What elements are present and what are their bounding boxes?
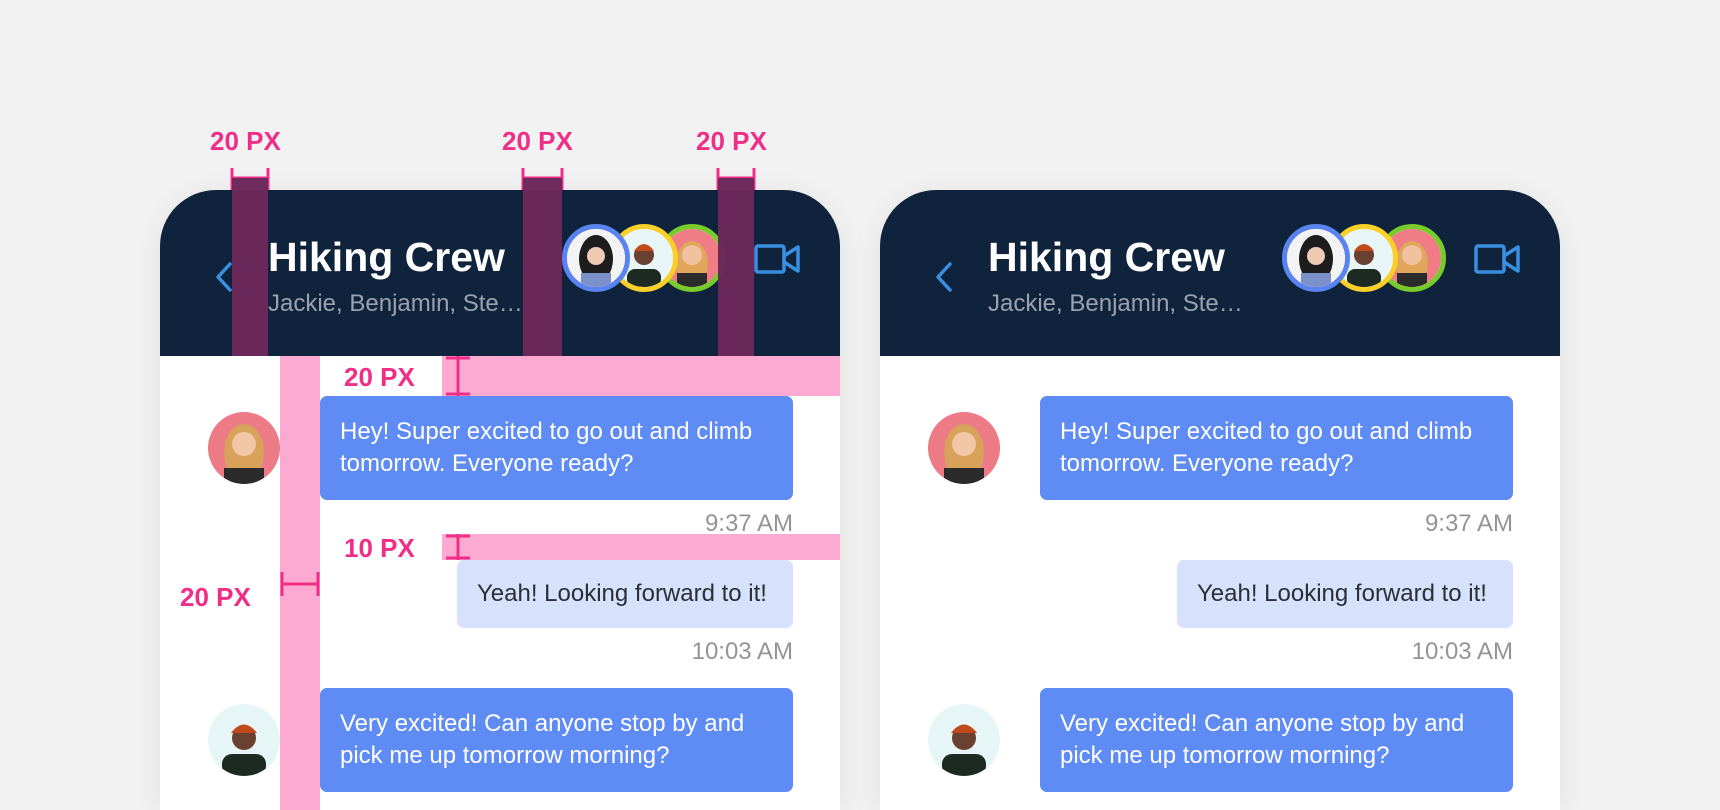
- spec-label-header-1: 20 PX: [210, 126, 281, 156]
- message-bubble-1[interactable]: Hey! Super excited to go out and climb t…: [320, 396, 793, 500]
- member-avatars[interactable]: [562, 224, 726, 294]
- spacing-band-message-gap: [442, 534, 840, 560]
- chevron-left-icon[interactable]: [932, 258, 956, 296]
- message-bubble-3[interactable]: Very excited! Can anyone stop by and pic…: [320, 688, 793, 792]
- chat-title: Hiking Crew: [268, 234, 505, 280]
- spacing-band-title-top: [232, 178, 268, 190]
- man-avatar[interactable]: [928, 704, 1000, 776]
- spacing-band-title: [232, 190, 268, 356]
- chat-screen-annotated: Hiking Crew Jackie, Benjamin, Ste… Hey! …: [160, 190, 840, 810]
- spacing-band-avatars-top: [523, 178, 562, 190]
- chat-title: Hiking Crew: [988, 234, 1225, 280]
- spec-label-header-2: 20 PX: [502, 126, 573, 156]
- message-bubble-1[interactable]: Hey! Super excited to go out and climb t…: [1040, 396, 1513, 500]
- man-avatar[interactable]: [208, 704, 280, 776]
- message-time-2: 10:03 AM: [1411, 638, 1513, 665]
- message-bubble-2[interactable]: Yeah! Looking forward to it!: [1177, 560, 1513, 628]
- chat-screen: Hiking Crew Jackie, Benjamin, Ste… Hey! …: [880, 190, 1560, 810]
- video-camera-icon[interactable]: [754, 242, 800, 276]
- chat-members: Jackie, Benjamin, Ste…: [988, 290, 1243, 317]
- chat-members: Jackie, Benjamin, Ste…: [268, 290, 523, 317]
- woman-avatar[interactable]: [928, 412, 1000, 484]
- spacing-marker-avatar: [280, 572, 320, 596]
- member-avatars[interactable]: [1282, 224, 1446, 294]
- spacing-markers-vertical: [446, 356, 470, 560]
- spec-label-top: 20 PX: [344, 362, 415, 392]
- chat-header: Hiking Crew Jackie, Benjamin, Ste…: [880, 190, 1560, 356]
- spec-label-avatar: 20 PX: [180, 582, 251, 612]
- message-bubble-3[interactable]: Very excited! Can anyone stop by and pic…: [1040, 688, 1513, 792]
- spec-label-message-gap: 10 PX: [344, 533, 415, 563]
- woman-avatar[interactable]: [208, 412, 280, 484]
- spec-label-header-3: 20 PX: [696, 126, 767, 156]
- spacing-band-top: [442, 356, 840, 396]
- member-avatar-jackie: [562, 224, 630, 292]
- message-time-2: 10:03 AM: [691, 638, 793, 665]
- spacing-band-avatars: [523, 190, 562, 356]
- message-bubble-2[interactable]: Yeah! Looking forward to it!: [457, 560, 793, 628]
- member-avatar-jackie: [1282, 224, 1350, 292]
- message-time-1: 9:37 AM: [1424, 510, 1513, 537]
- video-camera-icon[interactable]: [1474, 242, 1520, 276]
- spacing-band-video: [718, 190, 754, 356]
- spacing-band-video-top: [718, 178, 754, 190]
